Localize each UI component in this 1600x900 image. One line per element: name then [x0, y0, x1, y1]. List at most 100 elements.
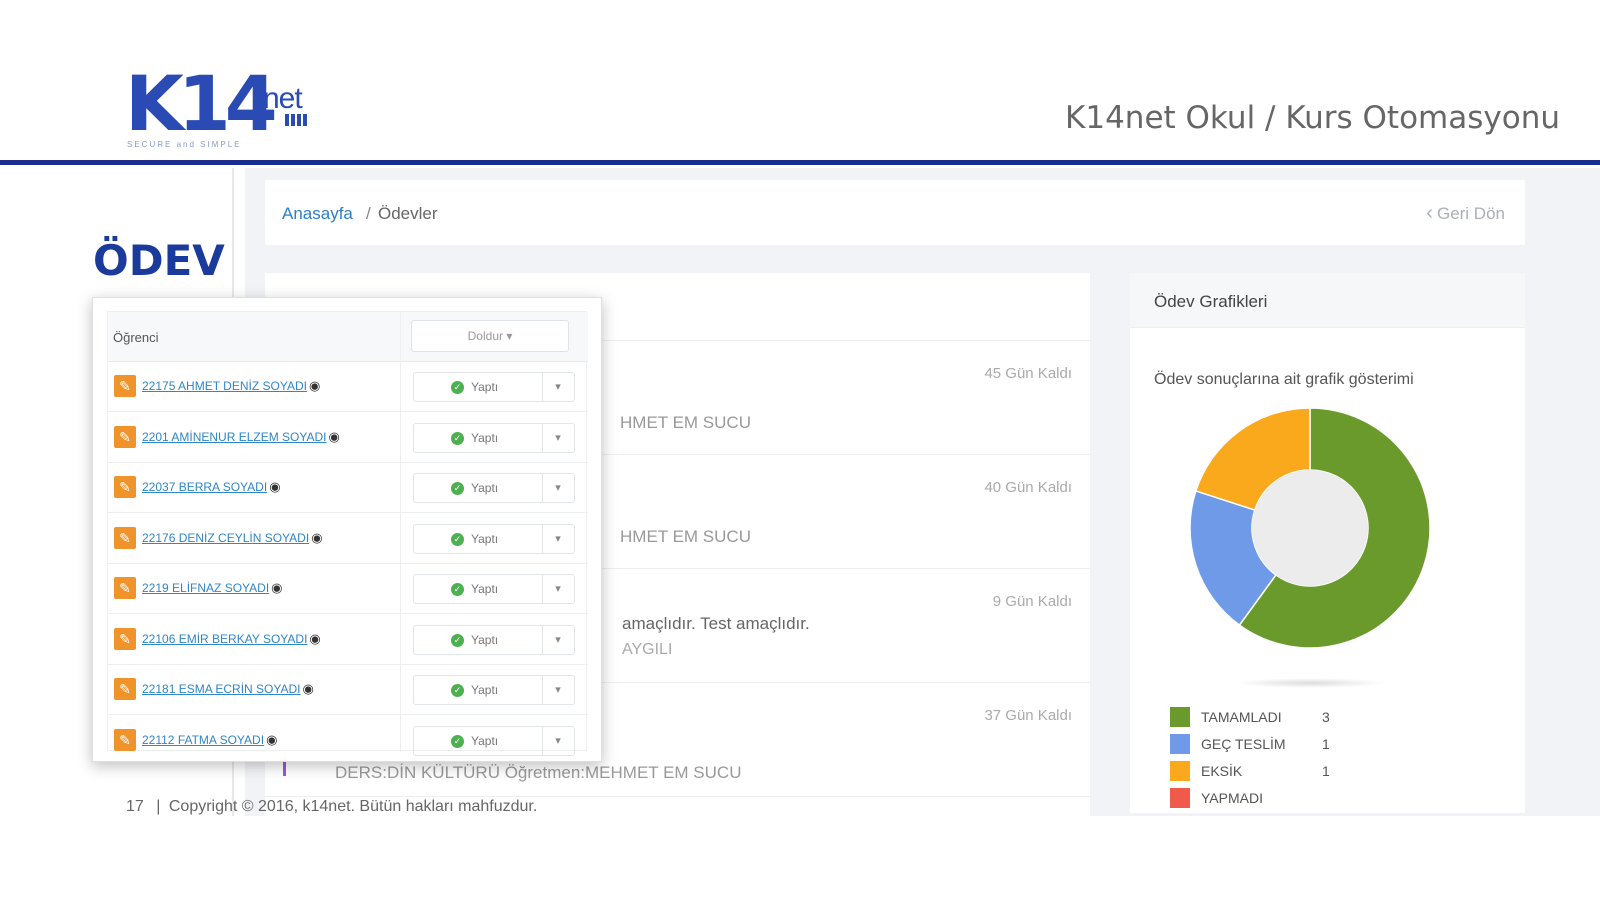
student-name-link[interactable]: 22037 BERRA SOYADI ◉: [142, 479, 281, 495]
breadcrumb-current: Ödevler: [378, 204, 438, 223]
homework-subtext: AYGILI: [622, 641, 673, 658]
logo-wordmark: K14: [125, 59, 278, 148]
status-select[interactable]: ✓ Yaptı: [413, 725, 543, 756]
student-row: ✎ 2219 ELİFNAZ SOYADI ◉ ✓ Yaptı ▾: [108, 564, 588, 614]
student-row: ✎ 22112 FATMA SOYADI ◉ ✓ Yaptı ▾: [108, 716, 588, 762]
legend-label: EKSİK: [1201, 763, 1243, 779]
donut-hole: [1252, 470, 1368, 586]
eye-icon[interactable]: ◉: [311, 530, 322, 546]
legend-item: GEÇ TESLİM 1: [1170, 732, 1390, 759]
status-dropdown-toggle[interactable]: ▾: [542, 725, 575, 756]
header-divider: [0, 160, 1600, 165]
fill-dropdown-button[interactable]: Doldur ▾: [411, 320, 569, 352]
student-name-link[interactable]: 2219 ELİFNAZ SOYADI ◉: [142, 580, 283, 596]
edit-icon[interactable]: ✎: [114, 627, 136, 650]
student-name-link[interactable]: 22106 EMİR BERKAY SOYADI ◉: [142, 631, 321, 647]
student-column-header: Öğrenci: [113, 330, 159, 345]
slide-title: K14net Okul / Kurs Otomasyonu: [1065, 100, 1560, 136]
edit-icon[interactable]: ✎: [114, 678, 136, 700]
check-circle-icon: ✓: [451, 633, 464, 647]
student-row: ✎ 22106 EMİR BERKAY SOYADI ◉ ✓ Yaptı ▾: [108, 615, 588, 665]
edit-icon[interactable]: ✎: [114, 577, 136, 599]
legend-item: YAPMADI: [1170, 786, 1390, 813]
chart-panel-header: Ödev Grafikleri: [1130, 273, 1525, 328]
student-name: 22176 DENİZ CEYLİN SOYADI: [142, 530, 310, 545]
status-dropdown-toggle[interactable]: ▾: [542, 422, 575, 453]
status-select[interactable]: ✓ Yaptı: [413, 422, 543, 453]
student-name-link[interactable]: 2201 AMİNENUR ELZEM SOYADI ◉: [142, 429, 340, 445]
days-left: 45 Gün Kaldı: [984, 365, 1072, 382]
student-table: Öğrenci Doldur ▾ ✎ 22175 AHMET DENİZ SOYA…: [107, 311, 588, 756]
status-dropdown-toggle[interactable]: ▾: [542, 372, 575, 402]
edit-icon[interactable]: ✎: [114, 728, 136, 751]
student-name-link[interactable]: 22175 AHMET DENİZ SOYADI ◉: [142, 378, 320, 394]
chart-legend: TAMAMLADI 3 GEÇ TESLİM 1 EKSİK 1 YAPMADI: [1170, 705, 1390, 813]
back-button[interactable]: ‹ Geri Dön: [1426, 202, 1505, 225]
edit-icon[interactable]: ✎: [114, 476, 136, 498]
breadcrumb: Anasayfa / Ödevler ‹ Geri Dön: [265, 180, 1525, 245]
logo-bars-icon: [285, 114, 307, 126]
legend-swatch: [1170, 707, 1190, 727]
status-dropdown-toggle[interactable]: ▾: [542, 624, 575, 655]
eye-icon[interactable]: ◉: [329, 429, 340, 445]
donut-chart: [1189, 407, 1431, 649]
student-name: 22106 EMİR BERKAY SOYADI: [142, 631, 308, 646]
status-dropdown-toggle[interactable]: ▾: [542, 574, 575, 604]
status-select[interactable]: ✓ Yaptı: [413, 675, 543, 705]
student-name-link[interactable]: 22181 ESMA ECRİN SOYADI ◉: [142, 681, 314, 697]
k14net-logo: K14 net SECURE and SIMPLE: [125, 66, 325, 152]
eye-icon[interactable]: ◉: [303, 681, 314, 697]
status-select[interactable]: ✓ Yaptı: [413, 473, 543, 503]
check-circle-icon: ✓: [451, 583, 464, 596]
student-name-link[interactable]: 22176 DENİZ CEYLİN SOYADI ◉: [142, 530, 323, 546]
legend-value: 3: [1322, 709, 1330, 725]
status-dropdown-toggle[interactable]: ▾: [542, 675, 575, 705]
footer-separator: |: [156, 798, 161, 815]
status-label: Yaptı: [471, 531, 499, 546]
legend-swatch: [1170, 788, 1190, 808]
status-label: Yaptı: [471, 430, 499, 445]
copyright-text: Copyright © 2016, k14net. Bütün hakları …: [168, 798, 538, 815]
edit-icon[interactable]: ✎: [114, 425, 136, 448]
check-circle-icon: ✓: [451, 431, 464, 445]
legend-item: EKSİK 1: [1170, 759, 1390, 786]
status-select[interactable]: ✓ Yaptı: [413, 574, 543, 604]
legend-value: 1: [1322, 763, 1330, 779]
status-label: Yaptı: [471, 380, 499, 394]
edit-icon[interactable]: ✎: [114, 375, 136, 397]
eye-icon[interactable]: ◉: [309, 631, 320, 647]
check-circle-icon: ✓: [451, 482, 464, 495]
status-select[interactable]: ✓ Yaptı: [413, 523, 543, 554]
student-name: 22181 ESMA ECRİN SOYADI: [142, 682, 301, 696]
chart-subtitle: Ödev sonuçlarına ait grafik gösterimi: [1154, 371, 1414, 388]
student-row: ✎ 22181 ESMA ECRİN SOYADI ◉ ✓ Yaptı ▾: [108, 665, 588, 715]
eye-icon[interactable]: ◉: [269, 479, 280, 495]
student-name: 2219 ELİFNAZ SOYADI: [142, 581, 270, 595]
eye-icon[interactable]: ◉: [271, 580, 282, 596]
status-label: Yaptı: [471, 683, 499, 697]
eye-icon[interactable]: ◉: [266, 732, 277, 748]
page-number: 17: [126, 798, 144, 815]
status-select[interactable]: ✓ Yaptı: [413, 372, 543, 402]
chevron-left-icon: ‹: [1426, 202, 1433, 224]
status-dropdown-toggle[interactable]: ▾: [542, 473, 575, 503]
homework-course-teacher: DERS:DİN KÜLTÜRÜ Öğretmen:MEHMET EM SUCU: [335, 763, 742, 782]
eye-icon[interactable]: ◉: [309, 378, 320, 394]
status-select[interactable]: ✓ Yaptı: [413, 624, 543, 655]
edit-icon[interactable]: ✎: [114, 526, 136, 549]
logo-tagline: SECURE and SIMPLE: [127, 140, 242, 149]
student-name-link[interactable]: 22112 FATMA SOYADI ◉: [142, 732, 277, 748]
legend-swatch: [1170, 734, 1190, 754]
student-row: ✎ 2201 AMİNENUR ELZEM SOYADI ◉ ✓ Yaptı ▾: [108, 413, 588, 463]
slide-footer: 17 | Copyright © 2016, k14net. Bütün hak…: [126, 798, 537, 816]
legend-label: TAMAMLADI: [1201, 709, 1282, 725]
student-table-header: Öğrenci Doldur ▾: [108, 312, 588, 362]
status-dropdown-toggle[interactable]: ▾: [542, 523, 575, 554]
check-circle-icon: ✓: [451, 734, 464, 748]
student-name: 22037 BERRA SOYADI: [142, 480, 268, 494]
breadcrumb-home-link[interactable]: Anasayfa: [282, 204, 353, 224]
check-circle-icon: ✓: [451, 684, 464, 697]
homework-description: amaçlıdır. Test amaçlıdır.: [622, 614, 810, 633]
homework-chart-panel: Ödev Grafikleri Ödev sonuçlarına ait gra…: [1130, 273, 1525, 813]
logo-net: net: [263, 82, 303, 115]
